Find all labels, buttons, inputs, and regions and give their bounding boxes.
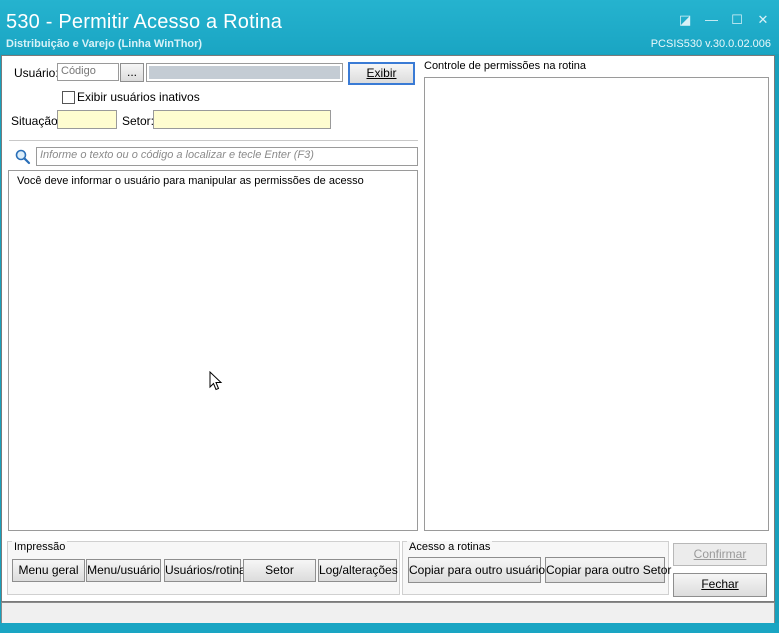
desktop-background — [0, 623, 779, 633]
setor-label: Setor: — [122, 114, 155, 128]
situacao-label: Situação: — [11, 114, 62, 128]
impressao-title: Impressão — [12, 541, 68, 553]
usuario-code-input[interactable]: Código — [57, 63, 119, 81]
menu-usuario-button[interactable]: Menu/usuário — [86, 559, 161, 582]
close-icon[interactable]: ✕ — [757, 12, 769, 28]
acesso-group: Acesso a rotinas Copiar para outro usuár… — [402, 541, 671, 595]
setor-input[interactable] — [153, 110, 331, 129]
title-bar: 530 - Permitir Acesso a Rotina Distribui… — [0, 0, 779, 54]
permissions-title: Controle de permissões na rotina — [424, 60, 587, 72]
confirmar-button[interactable]: Confirmar — [673, 543, 767, 566]
mouse-cursor-icon — [209, 371, 223, 391]
version-label: PCSIS530 v.30.0.02.006 — [650, 38, 771, 50]
log-alteracoes-button[interactable]: Log/alterações — [318, 559, 398, 582]
fechar-button[interactable]: Fechar — [673, 573, 767, 597]
users-list[interactable]: Você deve informar o usuário para manipu… — [8, 170, 418, 531]
acesso-title: Acesso a rotinas — [407, 541, 493, 553]
usuario-lookup-button[interactable]: ... — [120, 63, 144, 82]
divider — [9, 140, 418, 141]
maximize-icon[interactable]: ☐ — [731, 12, 743, 28]
search-icon — [15, 149, 31, 165]
menu-geral-button[interactable]: Menu geral — [12, 559, 85, 582]
inativos-checkbox[interactable] — [62, 91, 75, 104]
window-controls: ◪ — ☐ ✕ — [679, 12, 769, 28]
copiar-usuario-button[interactable]: Copiar para outro usuário — [408, 557, 545, 583]
client-area: Usuário: Código ... Exibir Exibir usuári… — [1, 55, 775, 602]
list-message: Você deve informar o usuário para manipu… — [17, 175, 364, 187]
usuarios-rotina-button[interactable]: Usuários/rotina — [164, 559, 246, 582]
situacao-input[interactable] — [57, 110, 117, 129]
search-input[interactable]: Informe o texto ou o código a localizar … — [36, 147, 418, 166]
inativos-label: Exibir usuários inativos — [77, 90, 200, 104]
setor-button[interactable]: Setor — [243, 559, 316, 582]
window-subtitle: Distribuição e Varejo (Linha WinThor) — [6, 38, 203, 50]
minimize-icon[interactable]: — — [705, 12, 718, 28]
usuario-label: Usuário: — [14, 66, 59, 80]
window-title: 530 - Permitir Acesso a Rotina — [6, 11, 283, 33]
restore-icon[interactable]: ◪ — [679, 12, 691, 28]
usuario-name-field[interactable] — [146, 63, 343, 82]
permissions-panel[interactable] — [424, 77, 769, 531]
status-bar — [1, 602, 775, 624]
copiar-setor-button[interactable]: Copiar para outro Setor — [545, 557, 671, 583]
impressao-group: Impressão Menu geral Menu/usuário Usuári… — [7, 541, 400, 595]
exibir-button[interactable]: Exibir — [348, 62, 415, 85]
